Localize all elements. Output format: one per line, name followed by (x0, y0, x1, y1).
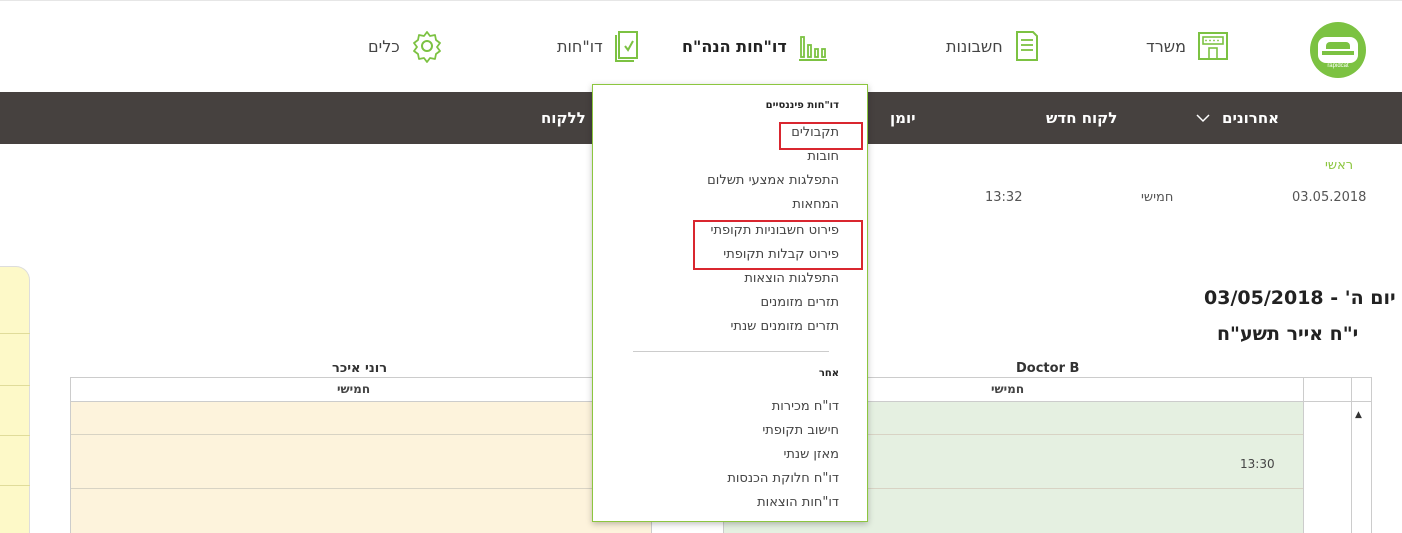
nav-accounting-reports[interactable]: דו"חות הנה"ח (682, 26, 829, 66)
breadcrumb[interactable]: ראשי (1325, 158, 1353, 173)
nav-reports-label: דו"חות (557, 36, 603, 56)
menu-item-expense-distribution[interactable]: התפלגות הוצאות (744, 271, 839, 286)
recent-label: אחרונים (1222, 109, 1280, 127)
gear-icon (412, 31, 441, 63)
diary-label: יומן (890, 109, 916, 127)
office-icon (1197, 32, 1228, 60)
nav-tools-label: כלים (368, 36, 400, 56)
chevron-down-icon (1196, 114, 1210, 123)
to-client-button[interactable]: ללקוח (541, 92, 586, 144)
side-notes-panel[interactable] (0, 266, 30, 533)
menu-item-debts[interactable]: חובות (807, 149, 839, 164)
clipboard-check-icon (614, 31, 638, 62)
menu-item-sales-report[interactable]: דו"ח מכירות (772, 399, 839, 414)
top-divider (0, 0, 1402, 1)
current-date: 03.05.2018 (1292, 190, 1367, 205)
nav-accounts-label: חשבונות (946, 36, 1003, 56)
logo-text: rapidcat (1327, 63, 1349, 69)
calendar-column-slots[interactable] (71, 402, 651, 533)
menu-item-periodic-calculation[interactable]: חישוב תקופתי (762, 423, 839, 438)
time-slot-label: 13:30 (1240, 457, 1275, 471)
scroll-up-icon[interactable]: ▲ (1355, 410, 1362, 420)
logo-icon (1318, 37, 1358, 63)
app-logo[interactable]: rapidcat (1310, 22, 1366, 78)
new-client-button[interactable]: לקוח חדש (1046, 92, 1117, 144)
highlight-box (693, 220, 863, 270)
new-client-label: לקוח חדש (1046, 109, 1118, 127)
hebrew-date: י"ח אייר תשע"ח (1217, 323, 1359, 345)
day-title: יום ה' - 03/05/2018 (1204, 287, 1396, 309)
to-client-label: ללקוח (541, 109, 586, 127)
column-day: חמישי (991, 382, 1025, 396)
menu-item-payment-distribution[interactable]: התפלגות אמצעי תשלום (707, 173, 839, 188)
document-list-icon (1015, 31, 1038, 61)
recent-menu[interactable]: אחרונים (1196, 92, 1279, 144)
other-reports-header: אחר (818, 368, 839, 379)
bar-chart-icon (798, 36, 827, 61)
nav-accounting-reports-label: דו"חות הנה"ח (682, 36, 787, 56)
calendar-column-name: Doctor B (1016, 361, 1080, 376)
nav-office-label: משרד (1146, 36, 1186, 56)
menu-item-income-split-report[interactable]: דו"ח חלוקת הכנסות (727, 471, 839, 486)
menu-item-cash-flow[interactable]: תזרים מזומנים (761, 295, 840, 310)
nav-tools[interactable]: כלים (368, 26, 444, 66)
column-day: חמישי (337, 382, 371, 396)
menu-divider (633, 351, 829, 352)
current-day: חמישי (1141, 190, 1174, 205)
current-time: 13:32 (985, 190, 1023, 205)
calendar-column-name: רוני איכר (332, 361, 388, 376)
menu-item-expense-reports[interactable]: דו"חות הוצאות (757, 495, 839, 510)
menu-item-annual-balance[interactable]: מאזן שנתי (783, 447, 839, 462)
highlight-box (779, 122, 863, 150)
nav-accounts[interactable]: חשבונות (946, 26, 1041, 66)
accounting-reports-dropdown: דו"חות פיננסיים תקבולים חובות התפלגות אמ… (592, 84, 868, 522)
nav-reports[interactable]: דו"חות (557, 26, 641, 66)
menu-item-annual-cash-flow[interactable]: תזרים מזומנים שנתי (731, 319, 840, 334)
nav-office[interactable]: משרד (1146, 26, 1230, 66)
diary-button[interactable]: יומן (890, 92, 916, 144)
financial-reports-header: דו"חות פיננסיים (765, 100, 839, 111)
menu-item-checks[interactable]: המחאות (792, 197, 839, 212)
